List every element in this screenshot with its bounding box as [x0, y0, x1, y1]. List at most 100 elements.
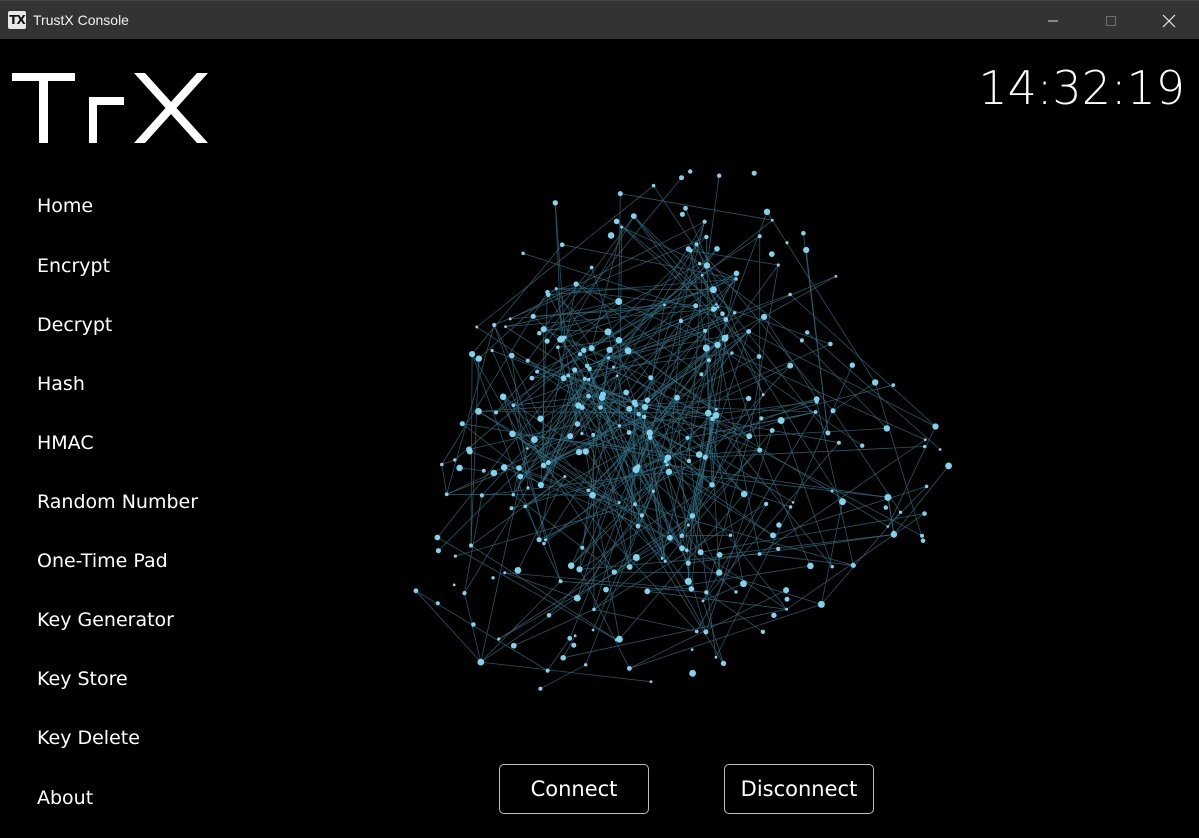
nav-item-key-store[interactable]: Key Store: [37, 659, 128, 699]
network-node: [836, 440, 841, 445]
network-node: [684, 548, 689, 553]
network-node: [468, 543, 474, 548]
minimize-button[interactable]: [1024, 1, 1082, 40]
network-node: [702, 454, 708, 460]
network-node: [891, 383, 896, 387]
network-node: [627, 666, 632, 671]
nav-item-key-delete[interactable]: Key Delete: [37, 718, 140, 758]
maximize-button[interactable]: [1082, 1, 1140, 40]
network-edge: [715, 506, 791, 658]
minimize-icon: [1048, 20, 1058, 21]
network-node: [720, 660, 727, 667]
network-node: [717, 173, 722, 178]
network-node: [466, 448, 473, 455]
connect-button[interactable]: Connect: [499, 764, 649, 814]
network-node: [746, 329, 752, 334]
network-node: [706, 358, 712, 363]
network-node: [799, 338, 804, 343]
network-node: [663, 559, 667, 563]
network-node: [471, 622, 476, 627]
network-node: [511, 493, 515, 497]
network-node: [623, 389, 630, 396]
network-node: [817, 600, 825, 608]
network-node: [679, 533, 685, 539]
network-node: [945, 462, 952, 470]
network-node: [566, 373, 571, 378]
network-node: [477, 658, 485, 666]
network-node: [674, 394, 680, 401]
network-node: [503, 571, 507, 575]
network-node: [615, 298, 623, 305]
network-node: [920, 533, 924, 538]
trx-logo: [12, 70, 212, 150]
network-node: [740, 490, 748, 498]
network-node: [734, 590, 738, 594]
network-node: [598, 394, 606, 401]
network-node: [580, 545, 585, 550]
network-node: [435, 548, 441, 554]
network-node: [545, 460, 551, 466]
nav-item-home[interactable]: Home: [37, 186, 93, 226]
network-node: [890, 531, 898, 538]
network-node: [571, 642, 577, 648]
nav-item-one-time-pad[interactable]: One-Time Pad: [37, 541, 168, 581]
close-icon: [1162, 14, 1176, 27]
network-node: [582, 448, 589, 455]
network-node: [701, 599, 705, 603]
network-edge: [513, 609, 595, 647]
nav-item-key-generator[interactable]: Key Generator: [37, 600, 174, 640]
disconnect-button[interactable]: Disconnect: [724, 764, 874, 814]
network-node: [663, 459, 668, 464]
network-node: [667, 534, 673, 541]
network-node: [728, 533, 733, 537]
nav-item-about[interactable]: About: [37, 778, 93, 818]
network-edge: [564, 215, 635, 338]
network-node: [573, 594, 581, 602]
nav-item-random-number[interactable]: Random Number: [37, 482, 198, 522]
network-node: [783, 587, 790, 594]
network-node: [509, 430, 516, 438]
network-node: [685, 435, 690, 440]
trx-logo-mark: [12, 73, 208, 143]
network-node: [475, 355, 482, 362]
close-button[interactable]: [1140, 1, 1198, 40]
nav-item-hmac[interactable]: HMAC: [37, 423, 94, 463]
network-node: [703, 262, 711, 269]
network-node: [626, 405, 633, 412]
network-node: [615, 374, 619, 378]
network-edge: [619, 493, 745, 640]
network-edge: [700, 513, 925, 553]
network-edge: [480, 581, 561, 663]
network-node: [705, 409, 712, 417]
network-node: [679, 211, 685, 217]
network-node: [491, 576, 495, 580]
network-node: [785, 607, 789, 611]
network-node: [624, 347, 632, 355]
network-node: [703, 328, 708, 333]
network-node: [499, 393, 507, 401]
network-node: [413, 588, 419, 594]
nav-item-encrypt[interactable]: Encrypt: [37, 246, 110, 286]
network-node: [776, 522, 782, 528]
network-node: [435, 601, 440, 606]
network-node: [665, 463, 669, 467]
network-node: [649, 680, 653, 684]
network-node: [704, 234, 709, 240]
network-node: [641, 404, 649, 411]
network-node: [813, 410, 818, 414]
network-node: [898, 510, 903, 514]
network-node: [586, 488, 591, 493]
network-edge: [893, 465, 949, 535]
network-node: [540, 326, 547, 333]
nav-item-decrypt[interactable]: Decrypt: [37, 305, 112, 345]
network-node: [509, 506, 514, 511]
network-node: [923, 438, 927, 442]
network-node: [702, 219, 707, 224]
network-edge: [517, 476, 566, 571]
network-node: [704, 590, 709, 595]
network-node: [721, 334, 729, 342]
network-node: [497, 637, 501, 641]
nav-item-hash[interactable]: Hash: [37, 364, 85, 404]
network-node: [763, 208, 771, 215]
clock: 14:32:19: [978, 61, 1185, 115]
